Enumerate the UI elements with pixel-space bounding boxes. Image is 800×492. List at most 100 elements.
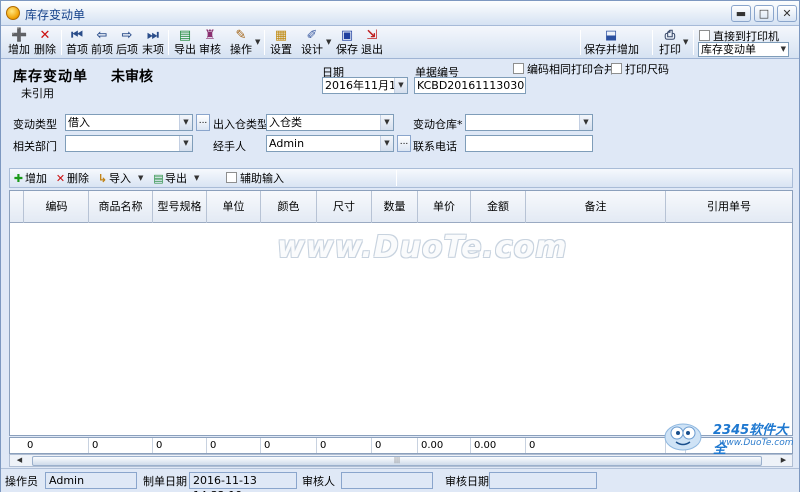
prev-record-button[interactable]: ⇦ 前项 xyxy=(90,28,114,57)
column-header[interactable]: 颜色 xyxy=(261,191,317,223)
operation-dropdown-arrow[interactable]: ▼ xyxy=(255,38,260,46)
print-button[interactable]: ⎙ 打印 xyxy=(658,28,682,57)
total-cell: 0 xyxy=(153,438,207,453)
add-icon: ➕ xyxy=(11,28,28,43)
detail-import-button[interactable]: ↳ 导入 xyxy=(96,171,131,186)
print-dropdown-arrow[interactable]: ▼ xyxy=(683,38,688,46)
assist-input-checkbox[interactable] xyxy=(226,172,237,183)
prev-icon: ⇦ xyxy=(96,28,108,43)
print-template-select[interactable]: 库存变动单 ▼ xyxy=(698,42,789,57)
print-template-value: 库存变动单 xyxy=(701,43,756,56)
delete-icon: ✕ xyxy=(55,172,66,185)
column-header[interactable]: 商品名称 xyxy=(89,191,153,223)
close-button[interactable]: ✕ xyxy=(777,5,797,22)
column-header[interactable]: 金额 xyxy=(471,191,526,223)
handler-lookup-button[interactable]: ... xyxy=(397,135,411,152)
operation-button-label: 操作 xyxy=(230,43,252,56)
scrollbar-thumb[interactable]: ||| xyxy=(32,456,762,466)
design-button[interactable]: ✐ 设计 xyxy=(299,28,325,57)
detail-delete-label: 删除 xyxy=(67,172,89,185)
auditor-label: 审核人 xyxy=(302,475,335,488)
handler-select[interactable]: Admin ▼ xyxy=(266,135,394,152)
assist-input-checkbox-row[interactable]: 辅助输入 xyxy=(226,171,284,186)
print-button-label: 打印 xyxy=(659,43,681,56)
change-type-lookup-button[interactable]: ... xyxy=(196,114,210,131)
export-button-label: 导出 xyxy=(174,43,196,56)
column-header[interactable]: 备注 xyxy=(526,191,666,223)
assist-input-label: 辅助输入 xyxy=(240,172,284,185)
first-icon: ⏮ xyxy=(71,28,83,43)
exit-button[interactable]: ⇲ 退出 xyxy=(360,28,384,57)
audit-button-label: 审核 xyxy=(199,43,221,56)
last-record-button[interactable]: ⏭ 末项 xyxy=(141,28,165,57)
operation-button[interactable]: ✎ 操作 xyxy=(228,28,254,57)
detail-add-button[interactable]: ✚ 增加 xyxy=(12,171,47,186)
detail-grid[interactable]: 编码 商品名称 型号规格 单位 颜色 尺寸 数量 单价 金额 备注 引用单号 xyxy=(9,190,793,436)
direct-print-checkbox[interactable] xyxy=(699,30,710,41)
audit-button[interactable]: ♜ 审核 xyxy=(198,28,222,57)
design-icon: ✐ xyxy=(306,28,318,43)
scroll-left-icon[interactable]: ◀ xyxy=(13,455,26,466)
export-button[interactable]: ▤ 导出 xyxy=(173,28,197,57)
first-record-button[interactable]: ⏮ 首项 xyxy=(65,28,89,57)
design-dropdown-arrow[interactable]: ▼ xyxy=(326,38,331,46)
warehouse-select[interactable]: ▼ xyxy=(465,114,593,131)
merge-print-checkbox-row[interactable]: 编码相同打印合并 xyxy=(513,61,615,77)
export-icon: ▤ xyxy=(178,28,192,43)
import-dropdown-arrow[interactable]: ▼ xyxy=(138,174,143,182)
maximize-button[interactable]: □ xyxy=(754,5,774,22)
export-dropdown-arrow[interactable]: ▼ xyxy=(194,174,199,182)
settings-button-label: 设置 xyxy=(270,43,292,56)
detail-delete-button[interactable]: ✕ 删除 xyxy=(54,171,89,186)
chevron-down-icon: ▼ xyxy=(380,115,393,130)
column-header[interactable]: 数量 xyxy=(372,191,418,223)
column-header[interactable]: 引用单号 xyxy=(666,191,792,223)
add-button[interactable]: ➕ 增加 xyxy=(7,28,31,57)
save-button-label: 保存 xyxy=(336,43,358,56)
audit-date-value xyxy=(489,472,597,489)
bill-number-field[interactable]: KCBD201611130301 xyxy=(414,77,526,94)
print-size-checkbox-row[interactable]: 打印尺码 xyxy=(611,61,669,77)
toolbar-separator xyxy=(264,30,265,55)
change-type-value: 借入 xyxy=(68,116,90,129)
column-header[interactable]: 编码 xyxy=(25,191,89,223)
next-record-button[interactable]: ⇨ 后项 xyxy=(115,28,139,57)
save-button[interactable]: ▣ 保存 xyxy=(335,28,359,57)
watermark-text: www.DuoTe.com xyxy=(277,230,568,265)
save-and-add-label: 保存并增加 xyxy=(584,43,639,56)
save-and-add-button[interactable]: ⬓ 保存并增加 xyxy=(584,28,639,57)
change-type-select[interactable]: 借入 ▼ xyxy=(65,114,193,131)
print-icon: ⎙ xyxy=(664,28,676,43)
settings-button[interactable]: ▦ 设置 xyxy=(269,28,293,57)
column-header[interactable]: 单位 xyxy=(207,191,261,223)
date-picker[interactable]: 2016年11月13日 ▼ xyxy=(322,77,408,94)
merge-print-checkbox[interactable] xyxy=(513,63,524,74)
handler-label: 经手人 xyxy=(213,140,246,153)
column-header[interactable]: 尺寸 xyxy=(317,191,372,223)
window-title: 库存变动单 xyxy=(25,8,86,22)
design-button-label: 设计 xyxy=(301,43,323,56)
detail-add-label: 增加 xyxy=(25,172,47,185)
department-select[interactable]: ▼ xyxy=(65,135,193,152)
column-header[interactable]: 型号规格 xyxy=(153,191,207,223)
io-type-select[interactable]: 入仓类 ▼ xyxy=(266,114,394,131)
print-size-checkbox[interactable] xyxy=(611,63,622,74)
horizontal-scrollbar[interactable]: ◀ ||| ▶ xyxy=(9,454,793,467)
next-record-label: 后项 xyxy=(116,43,138,56)
save-icon: ▣ xyxy=(340,28,354,43)
reference-status: 未引用 xyxy=(21,87,54,100)
department-label: 相关部门 xyxy=(13,140,57,153)
total-cell: 0 xyxy=(261,438,317,453)
phone-field[interactable] xyxy=(465,135,593,152)
operator-value: Admin xyxy=(45,472,137,489)
main-toolbar: ➕ 增加 ✕ 删除 ⏮ 首项 ⇦ 前项 ⇨ 后项 ⏭ 末项 ▤ 导出 ♜ 审核 … xyxy=(1,26,799,59)
detail-export-button[interactable]: ▤导出 xyxy=(152,171,187,186)
operation-icon: ✎ xyxy=(235,28,247,43)
operator-label: 操作员 xyxy=(5,475,38,488)
chevron-down-icon: ▼ xyxy=(179,136,192,151)
delete-button[interactable]: ✕ 删除 xyxy=(33,28,57,57)
bill-title: 库存变动单 xyxy=(13,69,88,85)
column-header[interactable]: 单价 xyxy=(418,191,471,223)
minimize-button[interactable]: ▬ xyxy=(731,5,751,22)
audit-status: 未审核 xyxy=(111,69,153,85)
